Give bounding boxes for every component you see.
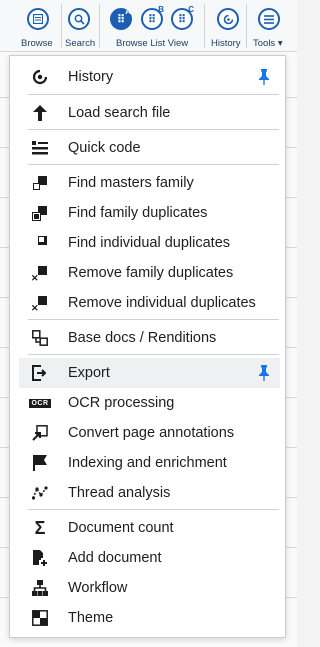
menu-item-convert-page-annotations[interactable]: Convert page annotations — [19, 418, 280, 448]
history-icon — [217, 8, 239, 30]
browse-list-view-b-button[interactable]: ⠿ B — [135, 5, 167, 37]
tools-dropdown-menu: History Load search file Quick code Find… — [9, 55, 286, 638]
base-docs-icon — [31, 329, 49, 347]
list-view-a-icon: ⠿ A — [110, 7, 132, 30]
remove-family-duplicates-icon: ✕ — [31, 264, 49, 283]
add-document-icon — [31, 549, 49, 567]
export-icon — [31, 364, 49, 382]
menu-icon — [258, 8, 280, 30]
tools-button[interactable] — [252, 5, 284, 37]
menu-item-remove-individual-duplicates[interactable]: ✕ Remove individual duplicates — [19, 288, 280, 318]
ocr-icon: OCR — [29, 398, 51, 408]
remove-individual-duplicates-icon: ✕ — [31, 294, 49, 313]
browse-label: Browse — [21, 38, 53, 49]
menu-item-base-docs-renditions[interactable]: Base docs / Renditions — [19, 323, 280, 353]
list-view-b-icon: ⠿ B — [141, 5, 164, 30]
pin-icon[interactable] — [258, 365, 270, 381]
theme-icon — [31, 609, 49, 627]
chevron-down-icon: ▾ — [277, 38, 283, 49]
menu-item-export[interactable]: Export — [19, 358, 280, 388]
search-icon — [68, 8, 90, 30]
browse-list-view-c-button[interactable]: ⠿ C — [165, 5, 197, 37]
list-view-c-icon: ⠿ C — [171, 5, 194, 30]
menu-item-thread-analysis[interactable]: Thread analysis — [19, 478, 280, 508]
menu-item-quick-code[interactable]: Quick code — [19, 133, 280, 163]
menu-item-ocr-processing[interactable]: OCR OCR processing — [19, 388, 280, 418]
search-button[interactable] — [62, 5, 94, 37]
arrow-up-icon — [31, 104, 49, 122]
quick-code-icon — [31, 139, 49, 157]
history-button[interactable] — [211, 5, 243, 37]
menu-item-workflow[interactable]: Workflow — [19, 573, 280, 603]
sigma-icon: Σ — [34, 518, 46, 538]
browse-icon — [27, 8, 49, 30]
masters-family-icon — [31, 174, 49, 192]
menu-item-document-count[interactable]: Σ Document count — [19, 513, 280, 543]
menu-item-find-family-duplicates[interactable]: Find family duplicates — [19, 198, 280, 228]
menu-item-indexing-and-enrichment[interactable]: Indexing and enrichment — [19, 448, 280, 478]
browse-button[interactable] — [21, 5, 53, 37]
flag-icon — [31, 454, 49, 472]
menu-item-find-masters-family[interactable]: Find masters family — [19, 168, 280, 198]
individual-duplicates-icon — [31, 234, 49, 252]
menu-item-remove-family-duplicates[interactable]: ✕ Remove family duplicates — [19, 258, 280, 288]
menu-item-load-search-file[interactable]: Load search file — [19, 98, 280, 128]
pin-icon[interactable] — [258, 69, 270, 85]
tools-label: Tools ▾ — [253, 38, 283, 49]
browse-list-view-label: Browse List View — [116, 38, 189, 49]
menu-item-find-individual-duplicates[interactable]: Find individual duplicates — [19, 228, 280, 258]
toolbar: Browse Search ⠿ A ⠿ B ⠿ C Browse List View … — [0, 0, 297, 52]
browse-list-view-a-button[interactable]: ⠿ A — [104, 5, 136, 37]
history-label: History — [211, 38, 241, 49]
family-duplicates-icon — [31, 204, 49, 222]
menu-item-theme[interactable]: Theme — [19, 603, 280, 633]
menu-item-history[interactable]: History — [19, 62, 280, 92]
menu-item-add-document[interactable]: Add document — [19, 543, 280, 573]
history-icon — [31, 68, 49, 86]
thread-analysis-icon — [31, 484, 49, 502]
search-label: Search — [65, 38, 96, 49]
convert-annotations-icon — [31, 424, 49, 442]
workflow-icon — [31, 579, 49, 597]
